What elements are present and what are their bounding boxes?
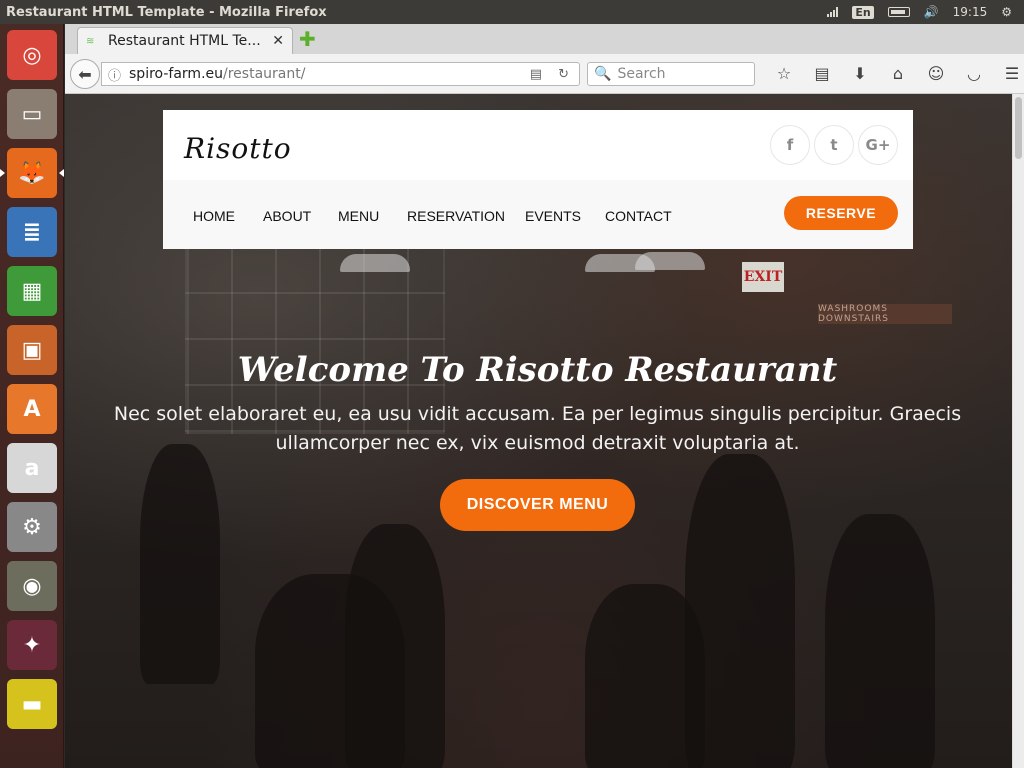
focused-indicator: [59, 169, 64, 177]
url-host: spiro-farm.eu: [129, 66, 224, 82]
page-viewport: EXIT WASHROOMS DOWNSTAIRS Risotto f t G+…: [65, 94, 1024, 768]
amazon-icon[interactable]: a: [7, 443, 57, 493]
close-tab-icon[interactable]: ✕: [272, 33, 284, 49]
hero-title: Welcome To Risotto Restaurant: [237, 350, 838, 390]
scrollbar-thumb[interactable]: [1015, 97, 1022, 159]
url-path: /restaurant/: [223, 66, 306, 82]
menu-icon[interactable]: ☰: [993, 62, 1024, 86]
exit-sign: EXIT: [742, 262, 784, 292]
software-center-icon[interactable]: A: [7, 384, 57, 434]
window-title: Restaurant HTML Template - Mozilla Firef…: [6, 4, 327, 20]
nav-reservation[interactable]: RESERVATION: [407, 208, 505, 224]
keyboard-language[interactable]: En: [852, 5, 874, 19]
reserve-button[interactable]: RESERVE: [784, 196, 898, 230]
firefox-icon[interactable]: 🦊: [7, 148, 57, 198]
launcher: ◎ ▭ 🦊 ≣ ▦ ▣ Aa ⚙ ◉ ✦ ▬: [0, 24, 64, 768]
bookmark-star-icon[interactable]: ☆: [765, 62, 803, 86]
power-icon[interactable]: ⚙: [1001, 5, 1012, 19]
site-logo[interactable]: Risotto: [184, 132, 292, 165]
chat-icon[interactable]: ☺: [917, 62, 955, 86]
washrooms-sign: WASHROOMS DOWNSTAIRS: [818, 304, 952, 324]
running-indicator: [0, 169, 5, 177]
search-icon: 🔍: [594, 66, 612, 82]
files-icon[interactable]: ▭: [7, 89, 57, 139]
tab-title: Restaurant HTML Te...: [108, 33, 261, 49]
calc-icon[interactable]: ▦: [7, 266, 57, 316]
nav-events[interactable]: EVENTS: [525, 208, 581, 224]
reading-list-icon[interactable]: ▤: [803, 62, 841, 86]
downloads-icon[interactable]: ⬇: [841, 62, 879, 86]
battery-icon[interactable]: [887, 7, 910, 17]
hero-subtitle: Nec solet elaboraret eu, ea usu vidit ac…: [113, 403, 962, 454]
background-person: [825, 514, 935, 768]
url-bar[interactable]: ⓘ spiro-farm.eu/restaurant/ ▤ ↻: [101, 62, 580, 86]
new-tab-icon[interactable]: ✚: [299, 29, 316, 49]
twitter-icon[interactable]: t: [814, 125, 854, 165]
nav-menu[interactable]: MENU: [338, 208, 379, 224]
impress-icon[interactable]: ▣: [7, 325, 57, 375]
pocket-icon[interactable]: ◡: [955, 62, 993, 86]
facebook-icon[interactable]: f: [770, 125, 810, 165]
firefox-window: ≋ Restaurant HTML Te... ✕ ✚ ⬅ ⓘ spiro-fa…: [65, 24, 1024, 768]
discover-menu-button[interactable]: DISCOVER MENU: [440, 479, 635, 531]
system-top-panel: Restaurant HTML Template - Mozilla Firef…: [0, 0, 1024, 24]
main-menu: HOME ABOUT MENU RESERVATION EVENTS CONTA…: [163, 180, 913, 249]
site-favicon-icon: ≋: [86, 36, 95, 47]
search-input[interactable]: 🔍 Search: [587, 62, 755, 86]
tab-strip: ≋ Restaurant HTML Te... ✕ ✚: [65, 24, 1024, 54]
page-scrollbar[interactable]: [1012, 94, 1024, 768]
back-button[interactable]: ⬅: [70, 59, 100, 89]
search-placeholder: Search: [617, 66, 666, 82]
nav-contact[interactable]: CONTACT: [605, 208, 672, 224]
nav-home[interactable]: HOME: [193, 208, 235, 224]
ruler-icon[interactable]: ▬: [7, 679, 57, 729]
background-person: [685, 454, 795, 768]
reload-icon[interactable]: ↻: [558, 67, 569, 82]
system-indicators: En 🔊 19:15 ⚙: [827, 5, 1024, 19]
site-header: Risotto f t G+ HOME ABOUT MENU RESERVATI…: [163, 110, 913, 249]
writer-icon[interactable]: ≣: [7, 207, 57, 257]
background-person: [345, 524, 445, 768]
site-info-icon[interactable]: ⓘ: [108, 65, 121, 84]
pendant-lamp: [635, 252, 705, 270]
wizard-icon[interactable]: ✦: [7, 620, 57, 670]
pendant-lamp: [340, 254, 410, 272]
home-icon[interactable]: ⌂: [879, 62, 917, 86]
gimp-icon[interactable]: ◉: [7, 561, 57, 611]
nav-about[interactable]: ABOUT: [263, 208, 311, 224]
background-person: [140, 444, 220, 684]
navigation-toolbar: ⬅ ⓘ spiro-farm.eu/restaurant/ ▤ ↻ 🔍 Sear…: [65, 54, 1024, 94]
network-icon[interactable]: [827, 7, 839, 17]
google-plus-icon[interactable]: G+: [858, 125, 898, 165]
ubuntu-dash-icon[interactable]: ◎: [7, 30, 57, 80]
toolbar-icons: ☆ ▤ ⬇ ⌂ ☺ ◡ ☰: [765, 62, 1024, 86]
volume-icon[interactable]: 🔊: [924, 5, 939, 19]
system-settings-icon[interactable]: ⚙: [7, 502, 57, 552]
browser-tab[interactable]: ≋ Restaurant HTML Te... ✕: [77, 27, 293, 54]
clock[interactable]: 19:15: [953, 5, 988, 19]
reader-view-icon[interactable]: ▤: [530, 67, 542, 82]
